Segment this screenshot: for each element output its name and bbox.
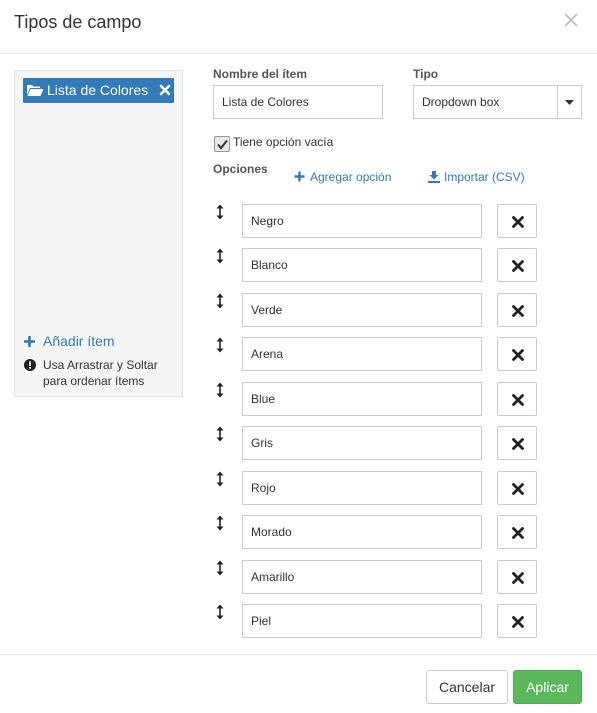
remove-option-button[interactable] <box>497 471 537 505</box>
options-label: Opciones <box>213 162 268 176</box>
apply-button[interactable]: Aplicar <box>513 670 582 704</box>
dialog-header: Tipos de campo <box>0 0 597 54</box>
times-icon <box>512 394 524 406</box>
remove-option-button[interactable] <box>497 337 537 371</box>
times-icon <box>512 349 524 361</box>
option-row <box>0 293 597 329</box>
drag-handle-icon[interactable] <box>215 515 225 534</box>
drag-handle-icon[interactable] <box>215 471 225 490</box>
cancel-button[interactable]: Cancelar <box>426 670 508 704</box>
check-icon <box>217 139 228 150</box>
folder-open-icon <box>26 83 44 100</box>
option-input[interactable] <box>242 471 482 505</box>
drag-handle-icon[interactable] <box>215 382 225 401</box>
item-name-input[interactable] <box>213 85 383 119</box>
dialog-title: Tipos de campo <box>14 12 142 32</box>
import-csv-button[interactable]: Importar (CSV) <box>428 170 528 184</box>
item-chip-selected[interactable]: Lista de Colores <box>23 78 174 103</box>
option-row <box>0 248 597 284</box>
drag-handle-icon[interactable] <box>215 293 225 312</box>
drag-handle-icon[interactable] <box>215 560 225 579</box>
option-input[interactable] <box>242 604 482 638</box>
item-chip-label: Lista de Colores <box>47 82 149 98</box>
empty-option-label: Tiene opción vacía <box>233 135 334 149</box>
remove-option-button[interactable] <box>497 293 537 327</box>
times-icon <box>512 260 524 272</box>
option-input[interactable] <box>242 560 482 594</box>
option-input[interactable] <box>242 426 482 460</box>
add-option-label: Agregar opción <box>310 170 392 184</box>
option-row <box>0 426 597 462</box>
close-icon[interactable] <box>563 12 581 34</box>
drag-handle-icon[interactable] <box>215 204 225 223</box>
option-row <box>0 604 597 640</box>
caret-down-icon[interactable] <box>557 86 581 118</box>
drag-handle-icon[interactable] <box>215 337 225 356</box>
option-row <box>0 204 597 240</box>
option-row <box>0 337 597 373</box>
add-option-button[interactable]: Agregar opción <box>294 170 394 184</box>
times-icon <box>512 305 524 317</box>
import-icon <box>428 171 440 183</box>
times-icon <box>512 572 524 584</box>
option-row <box>0 515 597 551</box>
remove-option-button[interactable] <box>497 426 537 460</box>
option-input[interactable] <box>242 204 482 238</box>
option-input[interactable] <box>242 337 482 371</box>
times-icon <box>512 527 524 539</box>
import-csv-label: Importar (CSV) <box>444 170 525 184</box>
remove-option-button[interactable] <box>497 515 537 549</box>
option-input[interactable] <box>242 293 482 327</box>
option-row <box>0 560 597 596</box>
remove-option-button[interactable] <box>497 560 537 594</box>
dialog-footer: Cancelar Aplicar <box>0 654 597 713</box>
option-input[interactable] <box>242 382 482 416</box>
type-select[interactable]: Dropdown box <box>413 85 582 119</box>
times-icon <box>512 216 524 228</box>
drag-handle-icon[interactable] <box>215 604 225 623</box>
remove-option-button[interactable] <box>497 204 537 238</box>
option-row <box>0 382 597 418</box>
times-icon <box>512 438 524 450</box>
item-name-label: Nombre del ítem <box>213 67 308 81</box>
option-input[interactable] <box>242 515 482 549</box>
remove-option-button[interactable] <box>497 604 537 638</box>
drag-handle-icon[interactable] <box>215 426 225 445</box>
option-input[interactable] <box>242 248 482 282</box>
times-icon <box>512 483 524 495</box>
remove-option-button[interactable] <box>497 248 537 282</box>
drag-handle-icon[interactable] <box>215 248 225 267</box>
times-icon <box>512 616 524 628</box>
remove-option-button[interactable] <box>497 382 537 416</box>
empty-option-checkbox[interactable] <box>214 136 230 152</box>
plus-icon <box>294 171 305 182</box>
remove-item-icon[interactable] <box>159 84 171 99</box>
type-label: Tipo <box>413 67 439 81</box>
type-select-value: Dropdown box <box>422 95 500 109</box>
option-row <box>0 471 597 507</box>
